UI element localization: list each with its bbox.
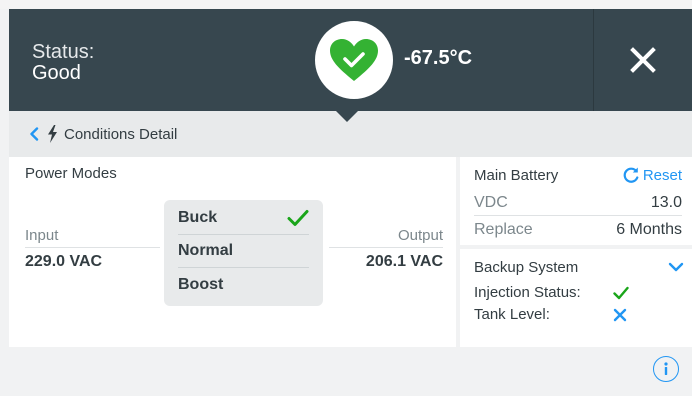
mode-option-label: Normal bbox=[178, 242, 234, 259]
info-icon[interactable] bbox=[659, 361, 673, 377]
back-button[interactable] bbox=[29, 127, 39, 141]
mode-selector: Buck Normal Boost bbox=[164, 200, 323, 306]
input-divider bbox=[25, 247, 160, 248]
header-notch bbox=[336, 111, 358, 122]
power-modes-panel: Power Modes Input 229.0 VAC Buck Normal … bbox=[9, 157, 456, 347]
app-root: Status: Good -67.5°C Conditions Detail P… bbox=[0, 0, 692, 396]
chevron-down-icon[interactable] bbox=[668, 262, 684, 272]
status-indicator bbox=[315, 21, 393, 99]
lightning-bolt-icon bbox=[47, 125, 58, 143]
reset-label[interactable]: Reset bbox=[643, 167, 682, 184]
top-strip bbox=[0, 0, 692, 9]
cross-icon bbox=[613, 308, 627, 321]
output-label: Output bbox=[397, 227, 443, 244]
mode-option-label: Buck bbox=[178, 209, 218, 226]
mode-option-boost[interactable]: Boost bbox=[178, 268, 309, 301]
battery-vdc-row: VDC 13.0 bbox=[474, 191, 682, 216]
chevron-left-icon[interactable] bbox=[29, 127, 39, 141]
info-button[interactable] bbox=[653, 356, 679, 382]
backup-row-label: Injection Status: bbox=[474, 284, 581, 301]
check-icon bbox=[287, 210, 309, 226]
breadcrumb-label: Conditions Detail bbox=[64, 125, 178, 143]
mode-option-label: Boost bbox=[178, 275, 224, 293]
check-icon bbox=[613, 286, 629, 299]
backup-system-panel: Backup System Injection Status: Tank Lev… bbox=[460, 249, 692, 347]
status-block: Status: Good bbox=[32, 42, 94, 84]
heart-check-icon bbox=[330, 39, 378, 81]
input-label: Input bbox=[25, 227, 59, 244]
status-value: Good bbox=[32, 62, 81, 84]
temperature-readout: -67.5°C bbox=[404, 47, 473, 69]
battery-row-label: VDC bbox=[474, 194, 508, 211]
expand-button[interactable] bbox=[668, 259, 684, 277]
battery-row-value: 6 Months bbox=[616, 220, 682, 238]
close-button[interactable] bbox=[593, 9, 692, 111]
refresh-icon[interactable] bbox=[622, 166, 640, 184]
battery-replace-row: Replace 6 Months bbox=[474, 217, 682, 242]
main-battery-title: Main Battery bbox=[474, 167, 559, 184]
close-icon[interactable] bbox=[630, 47, 656, 73]
reset-button[interactable]: Reset bbox=[622, 166, 682, 184]
input-value: 229.0 VAC bbox=[25, 253, 103, 270]
main-battery-panel: Main Battery Reset VDC 13.0 Replace 6 Mo… bbox=[460, 157, 692, 245]
battery-row-label: Replace bbox=[474, 220, 533, 238]
tank-level-row: Tank Level: bbox=[474, 306, 674, 323]
battery-row-value: 13.0 bbox=[650, 194, 682, 211]
power-modes-title: Power Modes bbox=[25, 165, 117, 182]
injection-status-row: Injection Status: bbox=[474, 284, 674, 301]
status-label: Status: bbox=[32, 41, 95, 63]
output-divider bbox=[329, 247, 443, 248]
output-value: 206.1 VAC bbox=[365, 253, 443, 270]
backup-system-title: Backup System bbox=[474, 259, 579, 276]
mode-option-normal[interactable]: Normal bbox=[178, 235, 309, 268]
mode-option-buck[interactable]: Buck bbox=[178, 202, 309, 235]
backup-row-label: Tank Level: bbox=[474, 306, 550, 323]
status-header: Status: Good -67.5°C bbox=[9, 9, 692, 111]
